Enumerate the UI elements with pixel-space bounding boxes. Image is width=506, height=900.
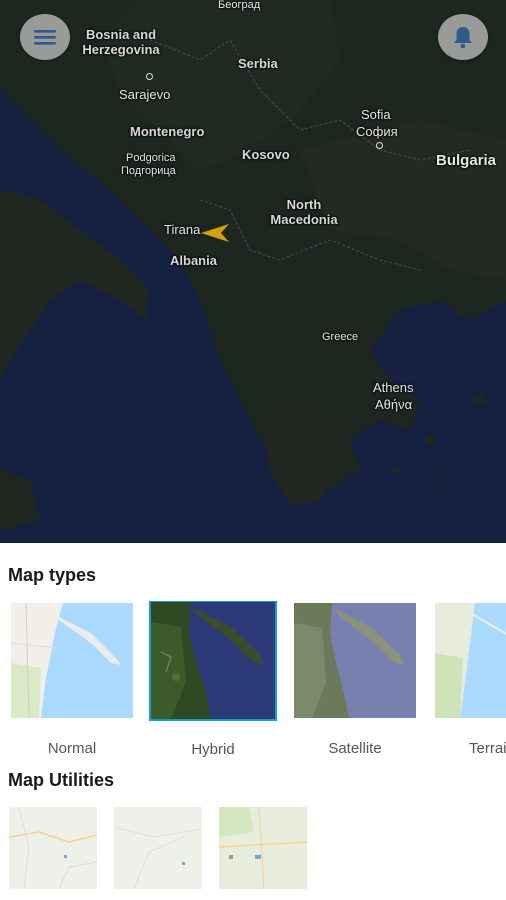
notifications-button[interactable] (438, 14, 488, 60)
map-type-satellite-label: Satellite (328, 740, 382, 757)
map-dim-overlay (0, 0, 506, 543)
map-label-athens: Athens (373, 380, 414, 395)
utility-item-1[interactable] (9, 807, 97, 889)
map-type-satellite[interactable]: Satellite (292, 601, 418, 757)
map-label-tirana: Tirana (164, 222, 201, 237)
map-type-hybrid-thumbnail[interactable] (149, 601, 277, 721)
map-label-albania: Albania (170, 253, 217, 268)
map-label-north-macedonia: North Macedonia (270, 197, 338, 227)
map-label-athens-gr: Αθήνα (375, 397, 413, 412)
map-label-bosnia: Bosnia and Herzegovina (82, 27, 160, 57)
map-type-satellite-thumbnail[interactable] (292, 601, 418, 720)
utility-item-3[interactable] (219, 807, 307, 889)
map-label-podgorica-cyr: Подгорица (121, 165, 176, 177)
map-utilities-list[interactable] (0, 807, 506, 892)
map-label-sofia-cyr: София (356, 124, 398, 139)
location-marker-icon[interactable] (199, 222, 231, 244)
map-type-hybrid[interactable]: Hybrid (149, 601, 277, 758)
bottom-panel: Map types Normal Hybrid Satellite Terrai… (0, 543, 506, 900)
map-label-podgorica: Podgorica (126, 152, 176, 164)
map-label-bulgaria: Bulgaria (436, 152, 497, 169)
utility-map-thumbnail (219, 807, 307, 889)
map-label-greece: Greece (322, 331, 359, 343)
utility-map-thumbnail (9, 807, 97, 889)
map-label-beograd: Београд (218, 0, 261, 11)
map-type-terrain-label: Terrain (469, 740, 506, 757)
map-dot-sofia (376, 142, 383, 149)
map-label-kosovo: Kosovo (242, 147, 290, 162)
map-utilities-title: Map Utilities (8, 770, 115, 790)
menu-button[interactable] (20, 14, 70, 60)
utility-map-thumbnail (114, 807, 202, 889)
map-type-terrain[interactable]: Terrain (433, 601, 506, 757)
map-label-serbia: Serbia (238, 56, 278, 71)
map-type-normal-label: Normal (47, 740, 97, 757)
map-label-montenegro: Montenegro (130, 124, 205, 139)
bell-icon (454, 27, 472, 49)
map-types-title: Map types (8, 565, 97, 585)
map-type-normal-thumbnail[interactable] (9, 601, 135, 720)
hamburger-menu-icon (34, 30, 56, 45)
map-label-sofia: Sofia (361, 107, 391, 122)
map-type-hybrid-label: Hybrid (191, 741, 235, 758)
map-type-terrain-thumbnail[interactable] (433, 601, 506, 720)
map-type-normal[interactable]: Normal (9, 601, 135, 757)
map-view[interactable]: Београд Bosnia and Herzegovina Serbia Sa… (0, 0, 506, 543)
utility-item-2[interactable] (114, 807, 202, 889)
map-label-sarajevo: Sarajevo (119, 87, 171, 102)
map-dot-sarajevo (146, 73, 153, 80)
map-types-list[interactable]: Normal Hybrid Satellite Terrai (0, 601, 506, 761)
